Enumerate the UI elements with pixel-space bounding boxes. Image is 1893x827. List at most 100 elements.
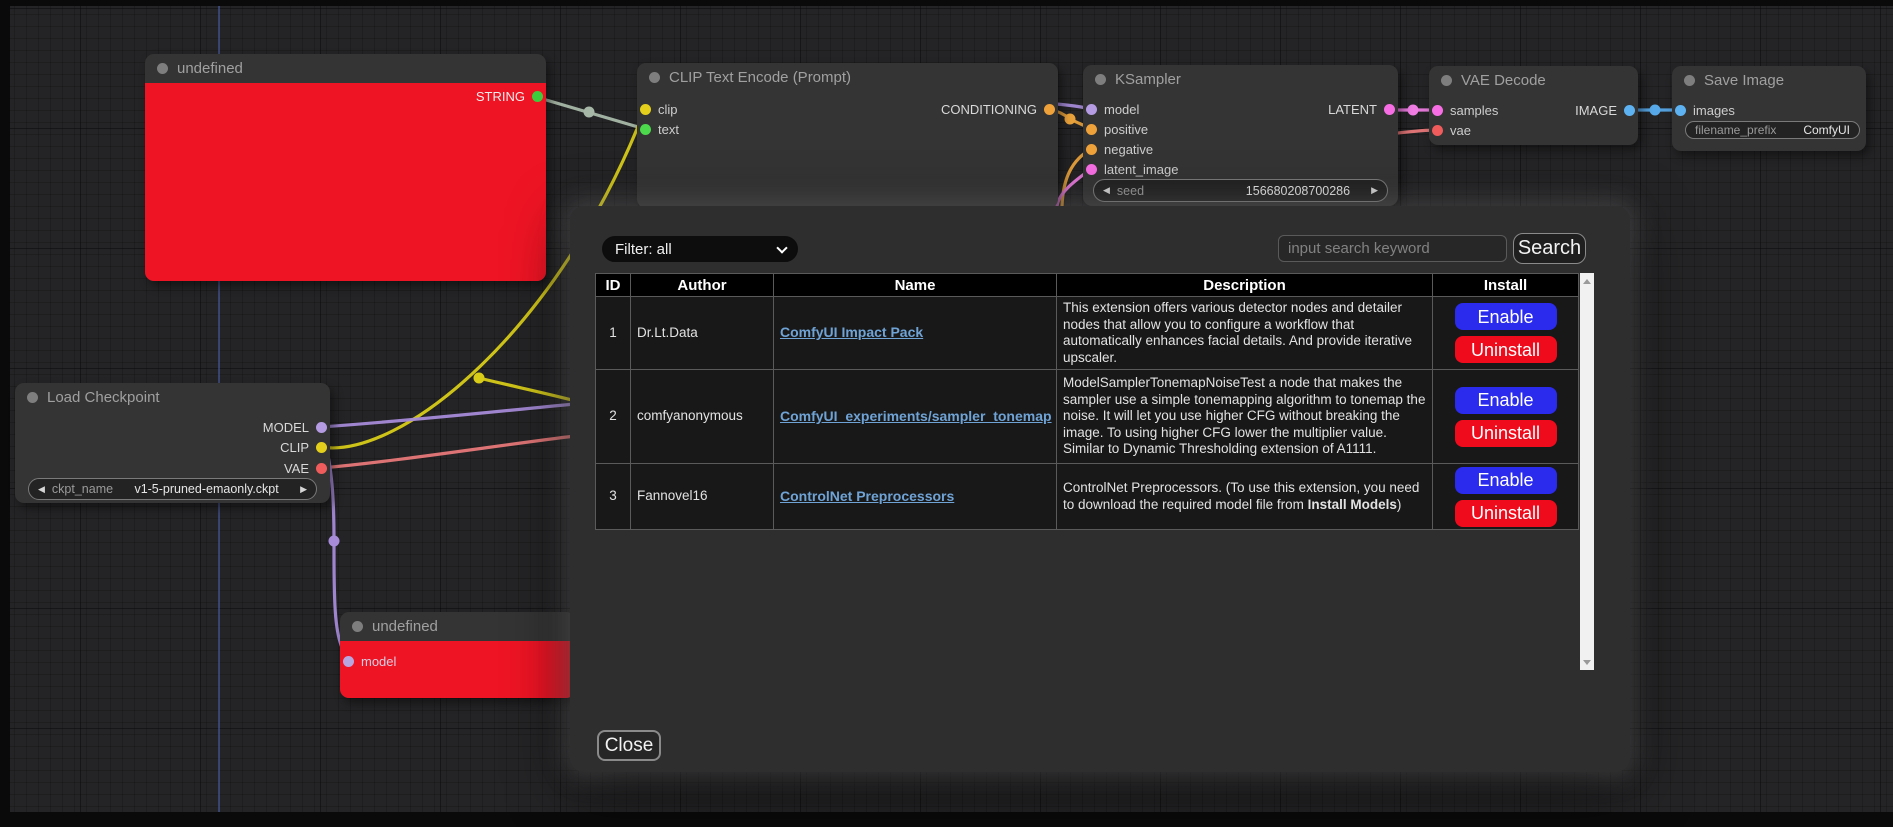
node-collapse-dot[interactable] <box>649 72 660 83</box>
vae-input-dot[interactable] <box>1432 125 1443 136</box>
wire-clip-branch <box>479 378 572 400</box>
node-undefined-bottom[interactable]: undefined model <box>340 612 575 698</box>
scrollbar-down-arrow[interactable] <box>1580 655 1594 669</box>
output-slot-clip[interactable]: CLIP <box>280 437 327 457</box>
clip-output-dot[interactable] <box>316 442 327 453</box>
text-input-dot[interactable] <box>640 124 651 135</box>
wire-vae-left <box>321 436 575 468</box>
output-slot-latent[interactable]: LATENT <box>1328 99 1395 119</box>
extensions-table-body: 1Dr.Lt.DataComfyUI Impact PackThis exten… <box>596 297 1579 530</box>
filename-prefix-widget[interactable]: filename_prefix ComfyUI <box>1685 121 1860 139</box>
node-vae-decode[interactable]: VAE Decode samples vae IMAGE <box>1429 66 1638 145</box>
extension-link[interactable]: ControlNet Preprocessors <box>780 488 954 504</box>
node-clip-text-encode[interactable]: CLIP Text Encode (Prompt) clip text COND… <box>637 63 1058 208</box>
extensions-table: IDAuthorNameDescriptionInstall 1Dr.Lt.Da… <box>595 273 1579 530</box>
extension-description: This extension offers various detector n… <box>1057 297 1433 370</box>
wire-dot-purple[interactable] <box>329 536 340 547</box>
input-slot-negative[interactable]: negative <box>1086 139 1153 159</box>
image-output-dot[interactable] <box>1624 105 1635 116</box>
model-input-dot[interactable] <box>1086 104 1097 115</box>
clip-input-dot[interactable] <box>640 104 651 115</box>
wire-model-right-a <box>321 404 575 427</box>
uninstall-button[interactable]: Uninstall <box>1455 420 1557 447</box>
output-slot-string[interactable]: STRING <box>476 86 543 106</box>
input-slot-samples[interactable]: samples <box>1432 100 1498 120</box>
search-button[interactable]: Search <box>1513 233 1586 264</box>
model-output-dot[interactable] <box>316 422 327 433</box>
wire-dot-pink[interactable] <box>1408 105 1419 116</box>
output-slot-vae[interactable]: VAE <box>284 458 327 478</box>
string-output-dot[interactable] <box>532 91 543 102</box>
node-load-checkpoint[interactable]: Load Checkpoint MODEL CLIP VAE ◀ ckpt_na… <box>15 383 330 503</box>
wire-dot-orange[interactable] <box>1065 114 1076 125</box>
input-slot-vae[interactable]: vae <box>1432 120 1471 140</box>
node-collapse-dot[interactable] <box>1684 75 1695 86</box>
node-collapse-dot[interactable] <box>27 392 38 403</box>
output-slot-model[interactable]: MODEL <box>263 417 327 437</box>
uninstall-button[interactable]: Uninstall <box>1455 500 1557 527</box>
node-collapse-dot[interactable] <box>1095 74 1106 85</box>
conditioning-output-dot[interactable] <box>1044 104 1055 115</box>
model-input-dot[interactable] <box>343 656 354 667</box>
table-header-row: IDAuthorNameDescriptionInstall <box>596 274 1579 297</box>
enable-button[interactable]: Enable <box>1455 467 1557 494</box>
ckpt-name-widget[interactable]: ◀ ckpt_name v1-5-pruned-emaonly.ckpt ▶ <box>28 478 317 500</box>
extension-link[interactable]: ComfyUI Impact Pack <box>780 324 923 340</box>
images-input-dot[interactable] <box>1675 105 1686 116</box>
seed-decrement-arrow[interactable]: ◀ <box>1103 186 1110 195</box>
node-ksampler[interactable]: KSampler model positive negative latent_… <box>1083 65 1398 206</box>
wire-dot-yellow[interactable] <box>474 373 485 384</box>
input-slot-model[interactable]: model <box>1086 99 1139 119</box>
scrollbar-up-arrow[interactable] <box>1580 274 1594 288</box>
samples-input-dot[interactable] <box>1432 105 1443 116</box>
node-collapse-dot[interactable] <box>1441 75 1452 86</box>
extension-id: 3 <box>596 464 631 530</box>
input-slot-model[interactable]: model <box>343 651 396 671</box>
node-collapse-dot[interactable] <box>157 63 168 74</box>
ckpt-name-label: ckpt_name <box>52 482 113 496</box>
seed-widget[interactable]: ◀ seed 156680208700286 ▶ <box>1093 179 1388 202</box>
column-header-install: Install <box>1433 274 1579 297</box>
output-slot-image[interactable]: IMAGE <box>1575 100 1635 120</box>
extension-description: ControlNet Preprocessors. (To use this e… <box>1057 464 1433 530</box>
ckpt-prev-arrow[interactable]: ◀ <box>38 485 45 494</box>
filter-dropdown-wrap: Filter: all <box>602 236 798 262</box>
node-save-image[interactable]: Save Image images filename_prefix ComfyU… <box>1672 66 1866 151</box>
negative-input-dot[interactable] <box>1086 144 1097 155</box>
input-slot-positive[interactable]: positive <box>1086 119 1148 139</box>
extension-description: ModelSamplerTonemapNoiseTest a node that… <box>1057 370 1433 464</box>
extension-row: 2comfyanonymousComfyUI_experiments/sampl… <box>596 370 1579 464</box>
node-title: VAE Decode <box>1461 72 1546 89</box>
close-button[interactable]: Close <box>597 730 661 761</box>
table-scrollbar[interactable] <box>1580 273 1594 670</box>
latent-output-dot[interactable] <box>1384 104 1395 115</box>
extensions-table-area: IDAuthorNameDescriptionInstall 1Dr.Lt.Da… <box>595 273 1594 670</box>
enable-button[interactable]: Enable <box>1455 387 1557 414</box>
comfyui-canvas[interactable]: undefined STRING CLIP Text Encode (Promp… <box>0 0 1893 827</box>
enable-button[interactable]: Enable <box>1455 303 1557 330</box>
column-header-name: Name <box>774 274 1057 297</box>
node-collapse-dot[interactable] <box>352 621 363 632</box>
wire-dot-gray[interactable] <box>584 107 595 118</box>
node-undefined-top[interactable]: undefined STRING <box>145 54 546 281</box>
extension-author: Dr.Lt.Data <box>631 297 774 370</box>
filter-select[interactable]: Filter: all <box>602 236 798 262</box>
uninstall-button[interactable]: Uninstall <box>1455 336 1557 363</box>
ckpt-next-arrow[interactable]: ▶ <box>300 485 307 494</box>
input-slot-text[interactable]: text <box>640 119 679 139</box>
search-input[interactable] <box>1278 235 1507 262</box>
node-title: KSampler <box>1115 71 1181 88</box>
node-title: undefined <box>372 618 438 635</box>
input-slot-latent-image[interactable]: latent_image <box>1086 159 1178 179</box>
extension-link[interactable]: ComfyUI_experiments/sampler_tonemap <box>780 408 1052 424</box>
input-slot-clip[interactable]: clip <box>640 99 678 119</box>
wire-dot-blue[interactable] <box>1650 105 1661 116</box>
positive-input-dot[interactable] <box>1086 124 1097 135</box>
output-slot-conditioning[interactable]: CONDITIONING <box>941 99 1055 119</box>
latent-image-input-dot[interactable] <box>1086 164 1097 175</box>
column-header-description: Description <box>1057 274 1433 297</box>
input-slot-images[interactable]: images <box>1675 100 1735 120</box>
vae-output-dot[interactable] <box>316 463 327 474</box>
extension-author: Fannovel16 <box>631 464 774 530</box>
seed-increment-arrow[interactable]: ▶ <box>1371 186 1378 195</box>
